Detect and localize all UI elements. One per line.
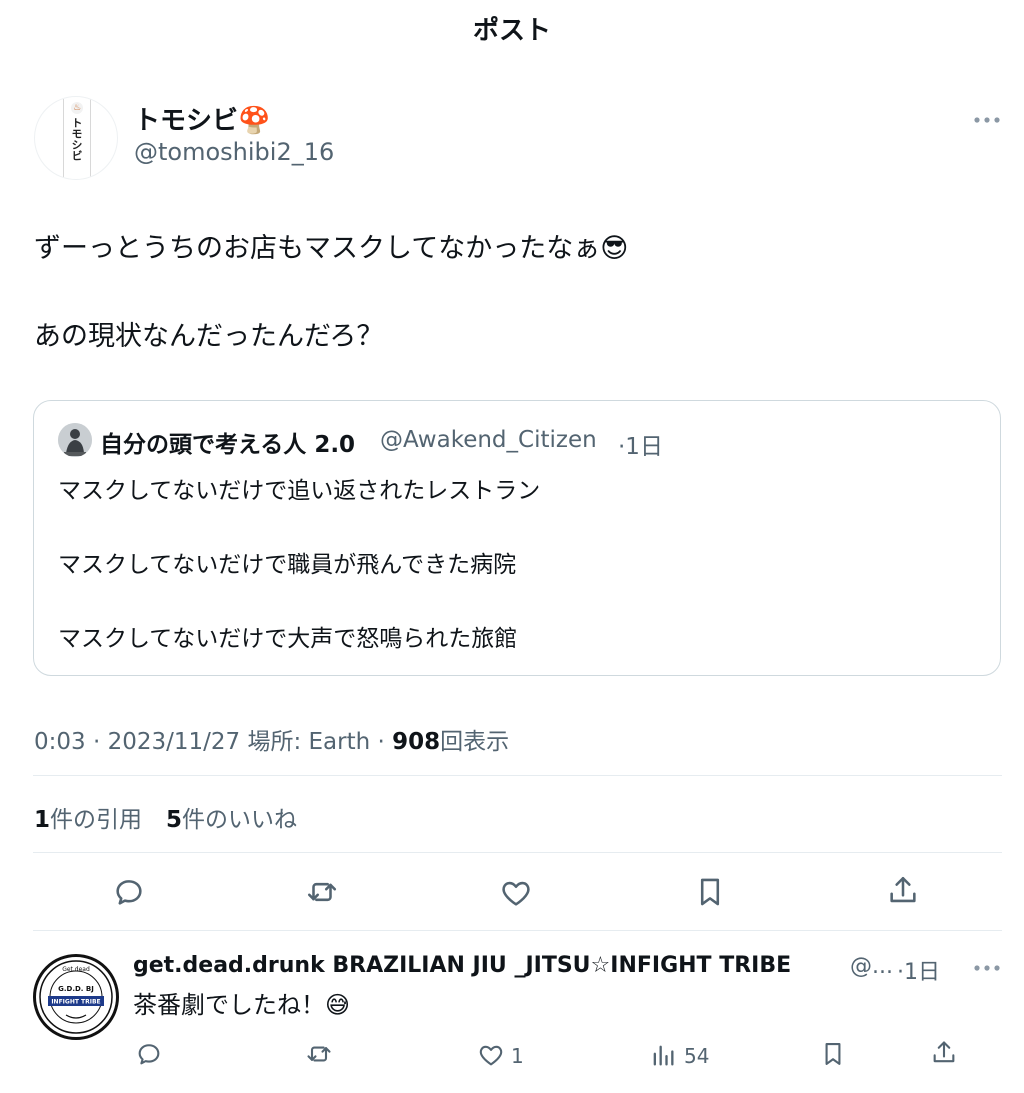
post-text-line-2: あの現状なんだったんだろ？ <box>34 321 384 352</box>
quotes-count: 1 <box>34 807 51 833</box>
author-handle[interactable]: @tomoshibi2_16 <box>134 138 334 166</box>
retweet-icon[interactable] <box>305 875 339 909</box>
reply-icon[interactable] <box>112 875 146 909</box>
reply-view-count: 54 <box>684 1044 710 1068</box>
share-icon[interactable] <box>886 874 920 908</box>
quoted-post-card[interactable]: 自分の頭で考える人 2.0 @Awakend_Citizen ·1日 マスクして… <box>33 400 1001 676</box>
reply-more-icon[interactable] <box>972 960 1002 980</box>
thinker-statue-icon <box>58 423 92 457</box>
author-name[interactable]: トモシビ🍄 <box>134 100 270 137</box>
flame-icon: ♨ <box>71 102 83 114</box>
quotes-label: 件の引用 <box>50 807 143 833</box>
like-icon[interactable] <box>499 876 533 910</box>
quotes-stat[interactable]: 1件の引用 <box>34 800 142 834</box>
views-count: 908 <box>392 729 441 755</box>
page-title: ポスト <box>472 16 551 46</box>
reply-author-name[interactable]: get.dead.drunk BRAZILIAN JIU _JITSU☆INFI… <box>133 953 791 978</box>
avatar-text: トモシビ <box>70 117 83 161</box>
more-options-icon[interactable] <box>972 112 1002 132</box>
views-label: 回表示 <box>440 729 510 755</box>
post-timestamp[interactable]: 0:03 · 2023/11/27 <box>34 729 240 755</box>
reply-avatar[interactable]: Get.dead G.D.D. BJ INFIGHT TRIBE <box>33 954 119 1040</box>
gym-logo-icon: Get.dead G.D.D. BJ INFIGHT TRIBE <box>39 960 113 1034</box>
reply-bookmark-icon[interactable] <box>819 1040 847 1068</box>
quote-text-line-3: マスクしてないだけで大声で怒鳴られた旅館 <box>58 626 518 652</box>
reply-avatar-top-text: Get.dead <box>62 966 90 973</box>
avatar-logo: ♨ トモシビ <box>63 99 91 179</box>
divider <box>33 930 1002 931</box>
reply-author-handle[interactable]: @... <box>850 954 893 979</box>
quote-time: ·1日 <box>618 434 663 460</box>
quote-text-line-2: マスクしてないだけで職員が飛んできた病院 <box>58 552 517 578</box>
reply-text: 茶番劇でしたね！😅 <box>133 991 351 1019</box>
likes-label: 件のいいね <box>182 807 298 833</box>
reply-like-count: 1 <box>511 1044 524 1068</box>
reply-reply-icon[interactable] <box>135 1040 163 1068</box>
quote-author-name: 自分の頭で考える人 2.0 <box>100 432 356 458</box>
reply-time: ·1日 <box>897 960 940 985</box>
likes-stat[interactable]: 5件のいいね <box>166 800 297 834</box>
reply-retweet-icon[interactable] <box>305 1040 333 1068</box>
likes-count: 5 <box>166 807 183 833</box>
reply-like-icon[interactable] <box>477 1041 505 1069</box>
post-location: 場所: Earth · <box>247 729 385 755</box>
post-meta: 0:03 · 2023/11/27 場所: Earth · 908回表示 <box>34 722 509 756</box>
quote-author-handle: @Awakend_Citizen <box>380 427 597 453</box>
bookmark-icon[interactable] <box>693 875 727 909</box>
quote-avatar <box>58 423 92 457</box>
post-text-line-1: ずーっとうちのお店もマスクしてなかったなぁ😎 <box>34 233 629 264</box>
reply-avatar-band-text: INFIGHT TRIBE <box>51 999 100 1006</box>
divider <box>33 852 1002 853</box>
reply-avatar-mid-text: G.D.D. BJ <box>58 985 94 993</box>
divider <box>33 775 1002 776</box>
quote-text-line-1: マスクしてないだけで追い返されたレストラン <box>58 478 541 504</box>
avatar[interactable]: ♨ トモシビ <box>34 96 118 180</box>
reply-share-icon[interactable] <box>930 1039 958 1067</box>
reply-views-icon[interactable] <box>649 1041 677 1069</box>
